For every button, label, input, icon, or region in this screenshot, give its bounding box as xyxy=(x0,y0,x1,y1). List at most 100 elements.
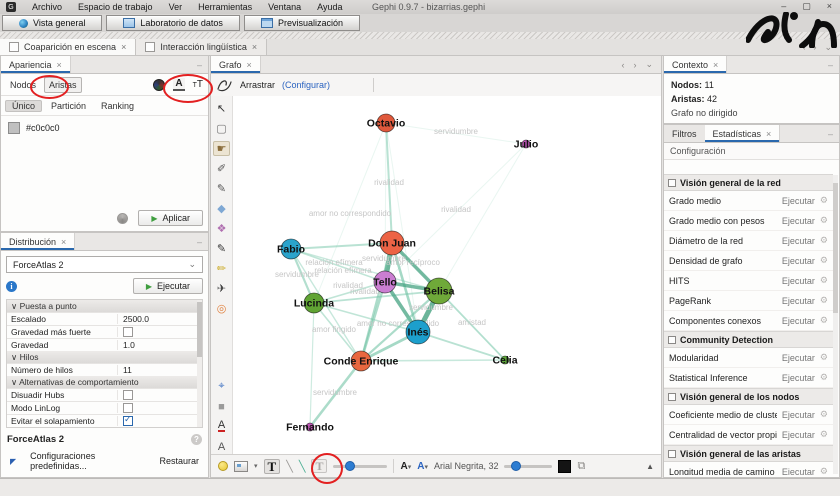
menu-item-espacio-de-trabajo[interactable]: Espacio de trabajo xyxy=(70,2,161,12)
minimize-icon[interactable]: – xyxy=(828,125,839,142)
font-label[interactable]: Arial Negrita, 32 xyxy=(434,461,499,471)
run-statistic-link[interactable]: Ejecutar xyxy=(782,467,815,476)
property-section-header[interactable]: ∨ Alternativas de comportamiento xyxy=(7,376,202,388)
menu-item-herramientas[interactable]: Herramientas xyxy=(190,2,260,12)
menu-item-ver[interactable]: Ver xyxy=(161,2,191,12)
screenshot-icon[interactable] xyxy=(234,461,248,472)
statistics-settings-header[interactable]: Configuración xyxy=(664,143,839,160)
property-section-header[interactable]: ∨ Hilos xyxy=(7,351,202,363)
label-size-slider[interactable] xyxy=(504,465,552,468)
maximize-icon[interactable]: ▢ xyxy=(802,1,811,12)
restore-link[interactable]: Restaurar xyxy=(159,456,199,466)
menu-item-ayuda[interactable]: Ayuda xyxy=(309,2,350,12)
close-icon[interactable]: × xyxy=(766,129,771,139)
statistics-section-header[interactable]: Visión general de los nodos xyxy=(664,388,833,405)
select-arrow-icon[interactable]: ↖ xyxy=(213,101,230,116)
minimize-icon[interactable]: – xyxy=(828,56,839,73)
edge-color-row[interactable]: #c0c0c0 xyxy=(1,116,208,140)
edge-color-mode-toggle[interactable]: ╲ xyxy=(299,460,306,473)
mode-tab-partición[interactable]: Partición xyxy=(45,101,92,111)
collapse-icon[interactable] xyxy=(668,450,676,458)
gear-icon[interactable]: ⚙ xyxy=(820,466,828,475)
minimize-icon[interactable]: – xyxy=(197,233,208,250)
sizer-icon[interactable]: ✎ xyxy=(213,241,230,256)
property-value[interactable]: 2500.0 xyxy=(118,314,149,324)
apply-button[interactable]: ▶ Aplicar xyxy=(138,210,203,226)
label-color-icon[interactable]: A xyxy=(213,419,230,434)
gear-icon[interactable]: ⚙ xyxy=(820,215,828,226)
label-color-icon[interactable]: A xyxy=(173,78,184,91)
collapse-icon[interactable] xyxy=(668,393,676,401)
tab-distribucion[interactable]: Distribución × xyxy=(1,233,75,250)
collapse-icon[interactable] xyxy=(668,336,676,344)
edge-influence-icon[interactable]: ✈ xyxy=(213,281,230,296)
layout-algorithm-select[interactable]: ForceAtlas 2 ⌄ xyxy=(6,256,203,273)
close-icon[interactable]: × xyxy=(252,42,257,52)
close-icon[interactable]: × xyxy=(121,42,126,52)
gear-icon[interactable]: ⚙ xyxy=(820,275,828,286)
hub-icon[interactable]: ◎ xyxy=(213,301,230,316)
close-icon[interactable]: × xyxy=(827,1,832,12)
edge-display-toggle[interactable]: ╲ xyxy=(286,460,293,473)
element-tab-nodos[interactable]: Nodos xyxy=(6,78,40,92)
statistics-section-header[interactable]: Community Detection xyxy=(664,331,833,348)
property-section-header[interactable]: ∨ Puesta a punto xyxy=(7,300,202,312)
statistics-section-header[interactable]: Visión general de la red xyxy=(664,174,833,191)
run-statistic-link[interactable]: Ejecutar xyxy=(782,216,815,226)
run-statistic-link[interactable]: Ejecutar xyxy=(782,410,815,420)
menu-item-archivo[interactable]: Archivo xyxy=(24,2,70,12)
gear-icon[interactable]: ⚙ xyxy=(820,235,828,246)
lightbulb-icon[interactable] xyxy=(218,461,228,471)
run-statistic-link[interactable]: Ejecutar xyxy=(782,430,815,440)
toolbar-button-vista-general[interactable]: Vista general xyxy=(2,15,102,31)
mode-tab-único[interactable]: Único xyxy=(5,100,42,112)
configure-link[interactable]: (Configurar) xyxy=(282,80,330,90)
toolbar-button-previsualización[interactable]: Previsualización xyxy=(244,15,360,31)
graph-edge[interactable] xyxy=(310,303,314,427)
gear-icon[interactable]: ⚙ xyxy=(820,352,828,363)
minimize-icon[interactable]: – xyxy=(197,56,208,73)
collapse-icon[interactable] xyxy=(668,179,676,187)
close-icon[interactable]: × xyxy=(247,60,252,70)
workspace-tab-interacción[interactable]: Interacción lingüística× xyxy=(136,39,267,55)
node-font-button[interactable]: A▾ xyxy=(400,461,411,472)
element-tab-aristas[interactable]: Aristas xyxy=(44,77,82,93)
property-checkbox[interactable] xyxy=(123,390,133,400)
heatmap-icon[interactable]: ◆ xyxy=(213,201,230,216)
statistics-section-header[interactable]: Visión general de las aristas xyxy=(664,445,833,462)
gear-icon[interactable]: ⚙ xyxy=(820,315,828,326)
background-color-icon[interactable]: ■ xyxy=(213,399,230,414)
palette-small-icon[interactable] xyxy=(117,213,128,224)
gear-icon[interactable]: ⚙ xyxy=(820,195,828,206)
run-layout-button[interactable]: ▶ Ejecutar xyxy=(133,278,203,294)
graph-canvas[interactable]: servidumbrerivalidadrivalidadamor no cor… xyxy=(233,96,661,454)
node-labels-toggle[interactable]: T xyxy=(264,459,281,474)
mode-tab-ranking[interactable]: Ranking xyxy=(95,101,140,111)
run-statistic-link[interactable]: Ejecutar xyxy=(782,353,815,363)
run-statistic-link[interactable]: Ejecutar xyxy=(782,373,815,383)
toolbar-button-laboratorio-de-datos[interactable]: Laboratorio de datos xyxy=(106,15,240,31)
shortest-path-icon[interactable]: ✏ xyxy=(213,261,230,276)
edge-pencil-icon[interactable]: ✎ xyxy=(213,181,230,196)
tab-apariencia[interactable]: Apariencia × xyxy=(1,56,71,73)
expand-bar-icon[interactable]: ▲ xyxy=(646,462,654,471)
menu-item-ventana[interactable]: Ventana xyxy=(260,2,309,12)
property-checkbox[interactable] xyxy=(123,416,133,426)
run-statistic-link[interactable]: Ejecutar xyxy=(782,316,815,326)
tab-estadísticas[interactable]: Estadísticas× xyxy=(705,125,781,142)
screenshot-dropdown-icon[interactable]: ▾ xyxy=(254,462,258,470)
tab-arrow-icon[interactable]: ‹ xyxy=(621,60,624,70)
workspace-tab-coaparición[interactable]: Coaparición en escena× xyxy=(0,39,136,55)
edge-font-button[interactable]: A▾ xyxy=(417,461,428,472)
gear-icon[interactable]: ⚙ xyxy=(820,409,828,420)
palette-icon[interactable] xyxy=(153,79,165,91)
slider-knob[interactable] xyxy=(345,461,355,471)
gear-icon[interactable]: ⚙ xyxy=(820,295,828,306)
scrollbar[interactable] xyxy=(197,300,202,427)
zoom-reset-icon[interactable]: ⌖ xyxy=(213,379,230,394)
minimize-icon[interactable]: – xyxy=(781,1,786,12)
help-icon[interactable]: ? xyxy=(191,434,202,445)
tab-arrow-icon[interactable]: › xyxy=(633,60,636,70)
gear-icon[interactable]: ⚙ xyxy=(820,372,828,383)
run-statistic-link[interactable]: Ejecutar xyxy=(782,236,815,246)
